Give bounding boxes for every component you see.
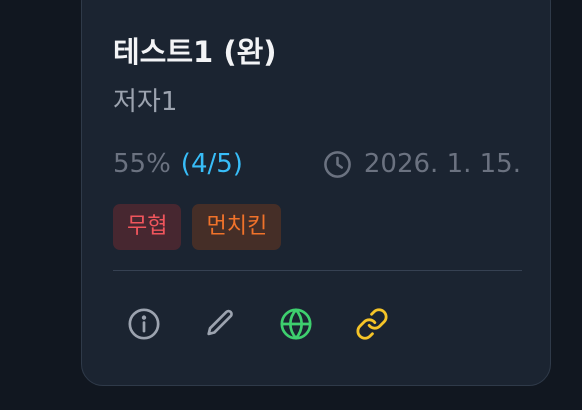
novel-card: 테스트1 (완) 저자1 55% (4/5) 2026. 1. 15. 무협 먼치… bbox=[81, 0, 551, 386]
tag-list: 무협 먼치킨 bbox=[113, 204, 282, 250]
info-icon bbox=[128, 308, 160, 340]
card-author: 저자1 bbox=[113, 87, 178, 117]
progress-count: (4/5) bbox=[180, 149, 243, 179]
globe-icon bbox=[280, 308, 312, 340]
card-meta: 55% (4/5) 2026. 1. 15. bbox=[113, 147, 521, 181]
website-button[interactable] bbox=[279, 307, 313, 341]
tag-chip[interactable]: 먼치킨 bbox=[192, 204, 282, 250]
divider bbox=[113, 270, 522, 271]
info-button[interactable] bbox=[127, 307, 161, 341]
clock-icon bbox=[323, 150, 352, 179]
link-button[interactable] bbox=[355, 307, 389, 341]
reading-progress: 55% (4/5) bbox=[113, 147, 243, 181]
progress-percent: 55% bbox=[113, 149, 171, 179]
date-text: 2026. 1. 15. bbox=[363, 149, 521, 179]
updated-date: 2026. 1. 15. bbox=[323, 147, 521, 181]
tag-chip[interactable]: 무협 bbox=[113, 204, 182, 250]
edit-button[interactable] bbox=[203, 307, 237, 341]
card-actions bbox=[127, 307, 389, 341]
card-title: 테스트1 (완) bbox=[113, 35, 277, 69]
link-icon bbox=[356, 308, 388, 340]
pencil-icon bbox=[207, 309, 233, 336]
